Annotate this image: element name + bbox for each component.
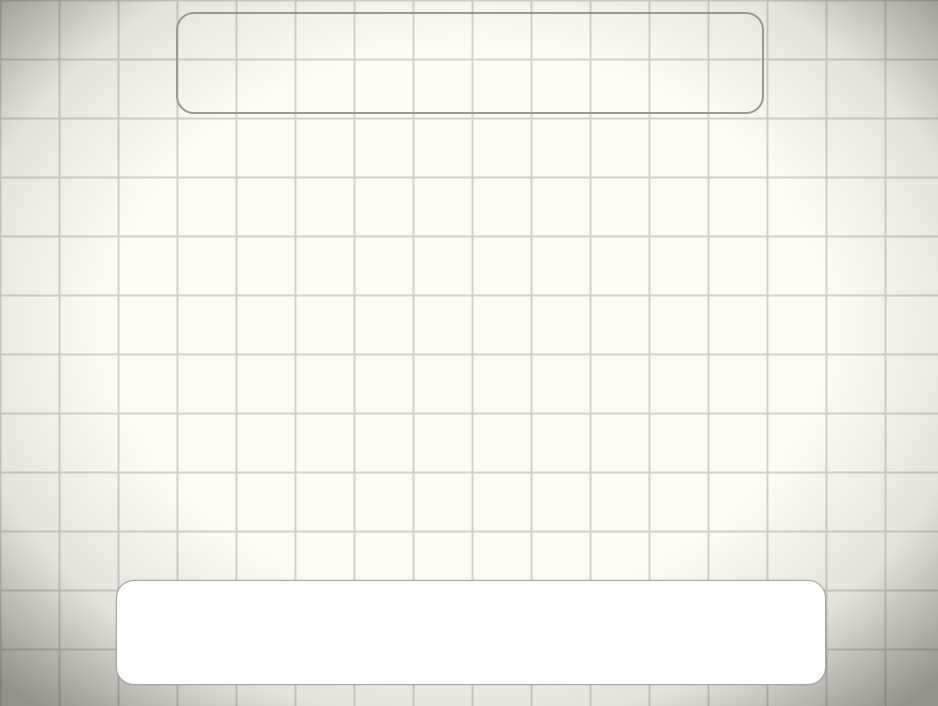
top-info-panel	[176, 12, 764, 114]
bottom-dialog-panel[interactable]	[116, 580, 826, 685]
game-stage	[0, 0, 938, 706]
